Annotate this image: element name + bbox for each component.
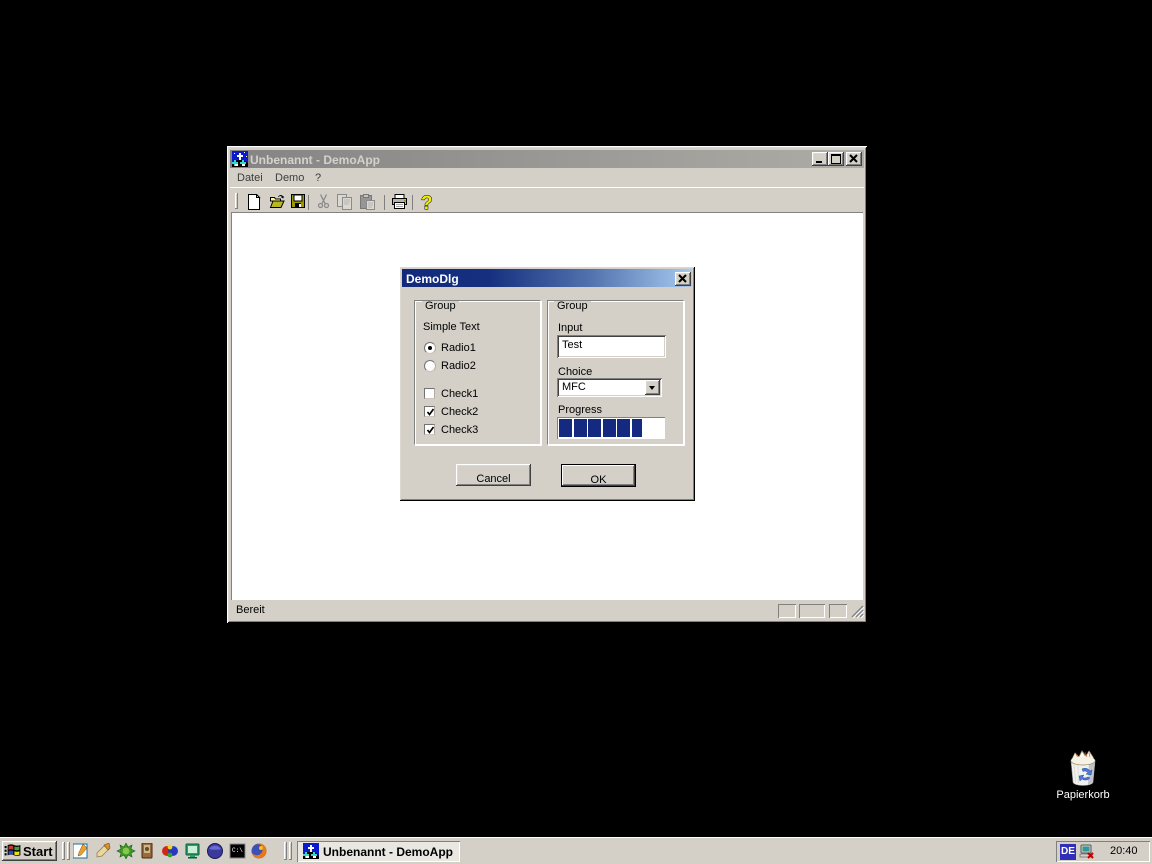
svg-text:?: ? [421, 194, 433, 211]
svg-text:C:\: C:\ [232, 847, 243, 854]
